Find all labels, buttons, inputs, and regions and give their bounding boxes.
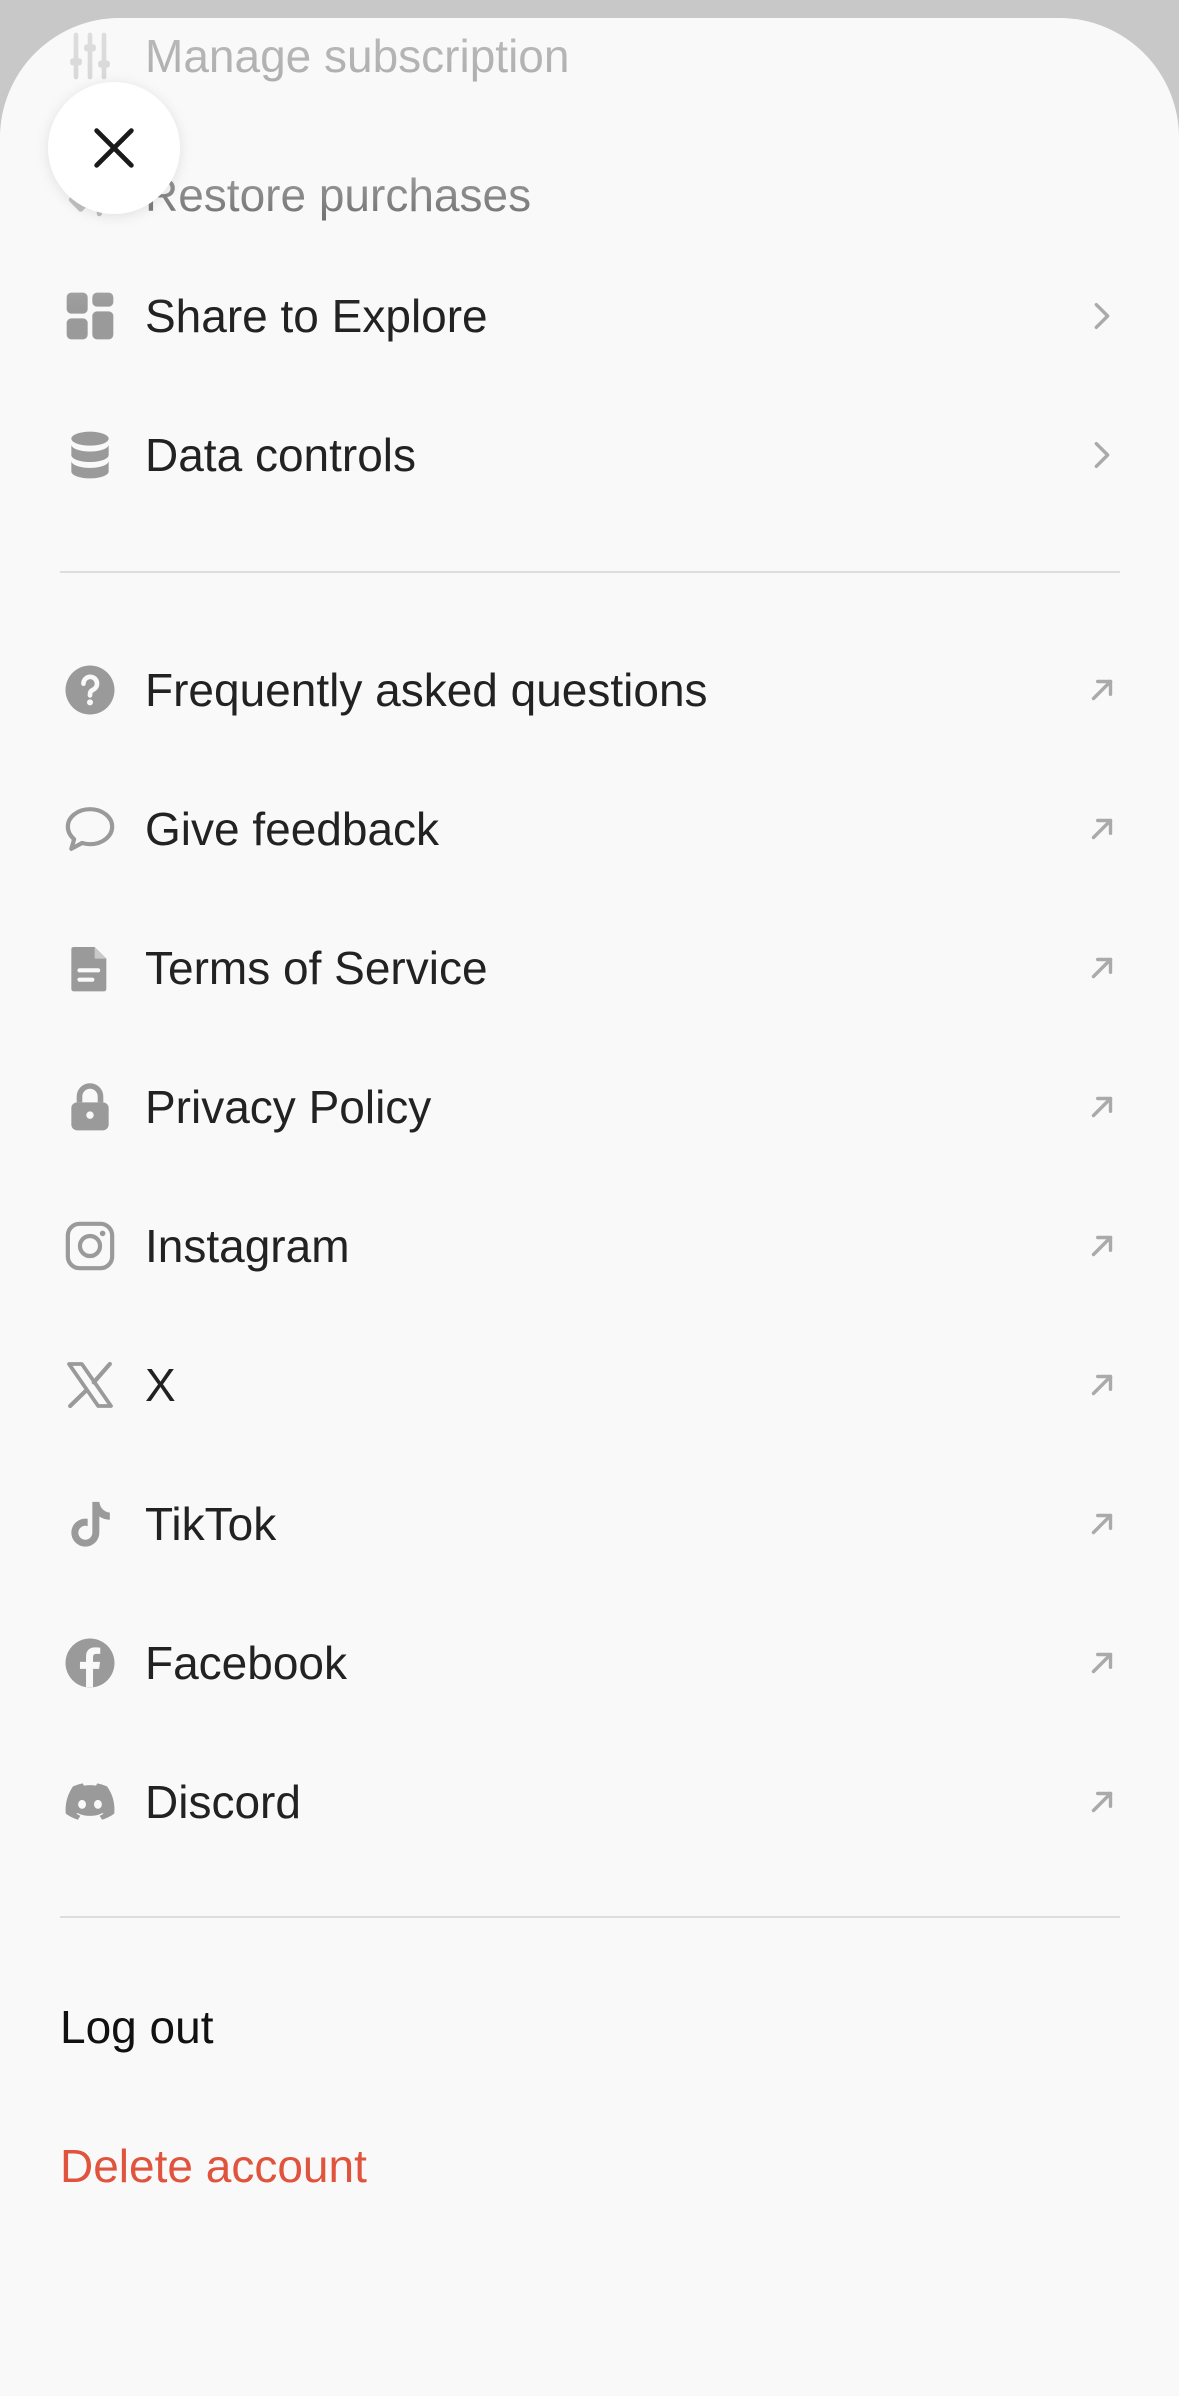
- menu-item-instagram[interactable]: Instagram: [0, 1176, 1179, 1315]
- lock-icon: [60, 1077, 120, 1137]
- question-icon: [60, 660, 120, 720]
- menu-item-label: X: [145, 1358, 176, 1411]
- menu-item-label: Frequently asked questions: [145, 663, 708, 716]
- menu-item-privacy-policy[interactable]: Privacy Policy: [0, 1037, 1179, 1176]
- database-icon: [60, 425, 120, 485]
- sliders-icon: [60, 26, 120, 86]
- menu-item-data-controls[interactable]: Data controls: [0, 385, 1179, 524]
- menu-item-manage-subscription[interactable]: Manage subscription: [0, 18, 1179, 125]
- x-logo-icon: [60, 1355, 120, 1415]
- divider: [60, 1916, 1120, 1918]
- chevron-right-icon: [1085, 299, 1119, 333]
- menu-item-facebook[interactable]: Facebook: [0, 1593, 1179, 1732]
- menu-item-terms-of-service[interactable]: Terms of Service: [0, 898, 1179, 1037]
- menu-item-label: Share to Explore: [145, 289, 488, 342]
- menu-item-give-feedback[interactable]: Give feedback: [0, 759, 1179, 898]
- menu-item-label: Give feedback: [145, 802, 440, 855]
- menu-item-x[interactable]: X: [0, 1315, 1179, 1454]
- close-icon: [94, 128, 134, 168]
- external-link-arrow-icon: [1085, 1090, 1119, 1124]
- menu-item-label: Instagram: [145, 1219, 350, 1272]
- menu-item-label: Terms of Service: [145, 941, 488, 994]
- settings-sheet: Manage subscription Restore purchases Sh…: [0, 18, 1179, 2396]
- external-link-arrow-icon: [1085, 951, 1119, 985]
- menu-item-label: Manage subscription: [145, 29, 570, 82]
- menu-item-label: TikTok: [145, 1497, 277, 1550]
- menu-item-label: Data controls: [145, 428, 417, 481]
- divider: [60, 571, 1120, 573]
- menu-item-share-to-explore[interactable]: Share to Explore: [0, 246, 1179, 385]
- close-button[interactable]: [48, 82, 180, 214]
- document-icon: [60, 938, 120, 998]
- discord-icon: [60, 1772, 120, 1832]
- chat-bubble-icon: [60, 799, 120, 859]
- external-link-arrow-icon: [1085, 1785, 1119, 1819]
- chevron-right-icon: [1085, 438, 1119, 472]
- external-link-arrow-icon: [1085, 1368, 1119, 1402]
- delete-account-button[interactable]: Delete account: [60, 2139, 367, 2193]
- menu-item-tiktok[interactable]: TikTok: [0, 1454, 1179, 1593]
- menu-item-label: Facebook: [145, 1636, 348, 1689]
- external-link-arrow-icon: [1085, 673, 1119, 707]
- grid-icon: [60, 286, 120, 346]
- instagram-icon: [60, 1216, 120, 1276]
- tiktok-icon: [60, 1494, 120, 1554]
- menu-item-label: Privacy Policy: [145, 1080, 432, 1133]
- menu-item-label: Restore purchases: [145, 168, 532, 221]
- external-link-arrow-icon: [1085, 1229, 1119, 1263]
- external-link-arrow-icon: [1085, 1646, 1119, 1680]
- external-link-arrow-icon: [1085, 812, 1119, 846]
- logout-button[interactable]: Log out: [60, 2000, 213, 2054]
- menu-item-faq[interactable]: Frequently asked questions: [0, 620, 1179, 759]
- menu-item-label: Discord: [145, 1775, 301, 1828]
- external-link-arrow-icon: [1085, 1507, 1119, 1541]
- menu-item-discord[interactable]: Discord: [0, 1732, 1179, 1871]
- facebook-icon: [60, 1633, 120, 1693]
